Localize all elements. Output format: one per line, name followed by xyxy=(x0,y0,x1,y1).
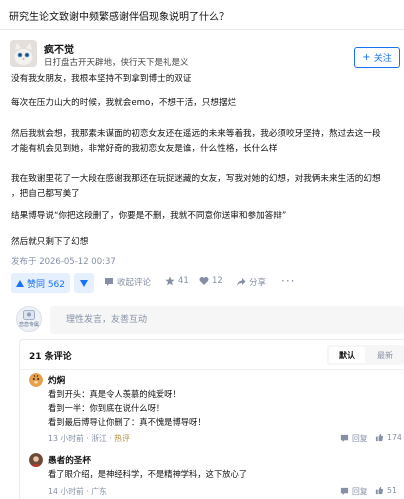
portrait-avatar-icon xyxy=(29,453,43,467)
question-header: 研究生论文致谢中频繁感谢伴侣现象说明了什么？ xyxy=(0,0,404,30)
heart-icon xyxy=(199,277,209,285)
comment-bubble-icon xyxy=(105,278,113,286)
plus-icon: + xyxy=(362,52,371,63)
reply-label: 回复 xyxy=(352,487,368,496)
favorite-count: 41 xyxy=(178,276,189,286)
sort-latest-option[interactable]: 最新 xyxy=(367,347,403,363)
comment-like-count: 174 xyxy=(387,433,402,442)
star-icon xyxy=(165,276,175,286)
comment-text-line: 看了眼介绍，是神经科学，不是精神学科，这下放心了 xyxy=(48,469,248,479)
commenter-name[interactable]: 愚者的圣杯 xyxy=(48,454,91,466)
comment-meta: 14 小时前 · 广东 xyxy=(48,486,107,497)
comments-panel: 21 条评论 默认 最新 灼焖 看到开头：真是令人羡慕的纯爱呀！ 看到一半：你到… xyxy=(19,339,404,499)
answer-paragraph: 我在致谢里花了一大段在感谢我那还在玩捉迷藏的女友，写我对她的幻想，对我俩未来生活… xyxy=(11,174,381,184)
comment-time: 14 小时前 xyxy=(48,487,84,496)
heart-button[interactable]: 12 xyxy=(199,276,223,286)
comment-location: 浙江 xyxy=(91,434,107,443)
reply-bubble-icon xyxy=(340,434,349,443)
comment-text-line: 看到最后博导让你删了：真不愧是博导呀！ xyxy=(48,417,206,427)
answer-paragraph: 没有我女朋友，我根本坚持不到拿到博士的双证 xyxy=(11,74,192,84)
reply-bubble-icon xyxy=(340,487,349,496)
share-icon xyxy=(237,278,246,286)
my-avatar: 恋恋专属 xyxy=(16,306,42,332)
more-button[interactable]: ··· xyxy=(281,274,295,288)
sort-default-option[interactable]: 默认 xyxy=(329,347,365,363)
reply-button[interactable]: 回复 xyxy=(340,433,368,444)
share-label: 分享 xyxy=(249,278,267,288)
answer-paragraph: 每次在压力山大的时候，我就会emo，不想干活，只想摆烂 xyxy=(11,98,237,108)
answer-paragraph: 才能有机会见到她，非常好奇的我初恋女友是谁，什么性格，长什么样 xyxy=(11,144,278,154)
commenter-avatar[interactable] xyxy=(29,373,43,387)
profile-badge-icon xyxy=(23,310,35,320)
comment-text-line: 看到一半：你到底在说什么呀！ xyxy=(48,402,164,414)
follow-label: 关注 xyxy=(373,54,392,64)
hot-comment-badge: 热评 xyxy=(114,434,130,443)
heart-count: 12 xyxy=(212,276,223,286)
collapse-comments-button[interactable]: 收起评论 xyxy=(104,276,151,288)
collapse-comments-label: 收起评论 xyxy=(117,278,152,288)
comment-input[interactable] xyxy=(50,306,404,334)
author-avatar[interactable] xyxy=(10,40,37,67)
favorite-button[interactable]: 41 xyxy=(165,276,189,286)
upvote-button[interactable]: 赞同 562 xyxy=(11,273,70,293)
triangle-down-icon xyxy=(80,279,88,287)
answer-paragraph: 然后就只剩下了幻想 xyxy=(11,237,89,247)
comment-text-line: 看到开头：真是令人羡慕的纯爱呀！ xyxy=(48,389,181,399)
author-name[interactable]: 疯不觉 xyxy=(44,41,74,56)
comment-like-count: 51 xyxy=(387,486,397,495)
publish-time: 发布于 2026-05-12 00:37 xyxy=(11,257,116,267)
comment-input-row: 恋恋专属 xyxy=(0,303,404,337)
share-button[interactable]: 分享 xyxy=(236,276,266,288)
commenter-name[interactable]: 灼焖 xyxy=(48,374,65,386)
comment-location: 广东 xyxy=(91,487,107,496)
answer-paragraph: 结果博导说“你把这段删了，你要是不删，我就不同意你送审和参加答辩” xyxy=(11,211,287,221)
thumbs-up-icon xyxy=(375,433,384,442)
thumbs-up-icon xyxy=(375,486,384,495)
comments-count: 21 条评论 xyxy=(29,352,72,362)
commenter-avatar[interactable] xyxy=(29,453,43,467)
tiger-avatar-icon xyxy=(29,373,43,387)
triangle-up-icon xyxy=(15,279,24,287)
sort-toggle: 默认 最新 xyxy=(327,345,404,365)
comment-text-line-part: 看到一半：你到底在说什么呀！ xyxy=(48,403,165,413)
author-bio: 日打盘古开天辟地，侠行天下是礼是义 xyxy=(44,58,189,68)
question-title[interactable]: 研究生论文致谢中频繁感谢伴侣现象说明了什么？ xyxy=(9,8,229,23)
answer-paragraph: ，把自己都写美了 xyxy=(11,189,80,199)
downvote-button[interactable] xyxy=(74,273,94,293)
reply-button[interactable]: 回复 xyxy=(340,486,368,497)
comment-meta: 13 小时前 · 浙江 · 热评 xyxy=(48,433,130,444)
follow-button[interactable]: + 关注 xyxy=(354,47,400,68)
comment-like-button[interactable]: 51 xyxy=(375,486,397,495)
author-row: 疯不觉 日打盘古开天辟地，侠行天下是礼是义 + 关注 xyxy=(0,38,404,72)
reply-label: 回复 xyxy=(352,434,368,443)
my-avatar-label: 恋恋专属 xyxy=(18,322,39,328)
answer-action-bar: 赞同 562 收起评论 41 12 分享 ··· xyxy=(0,273,404,295)
comment-like-button[interactable]: 174 xyxy=(375,433,402,442)
cat-avatar-icon xyxy=(10,40,37,67)
answer-paragraph: 然后我就会想，我那素未谋面的初恋女友还在遥远的未来等着我，我必须咬牙坚持，熬过去… xyxy=(11,129,381,139)
upvote-label: 赞同 562 xyxy=(26,279,66,290)
comment-time: 13 小时前 xyxy=(48,434,84,443)
comments-header: 21 条评论 默认 最新 xyxy=(20,340,404,370)
